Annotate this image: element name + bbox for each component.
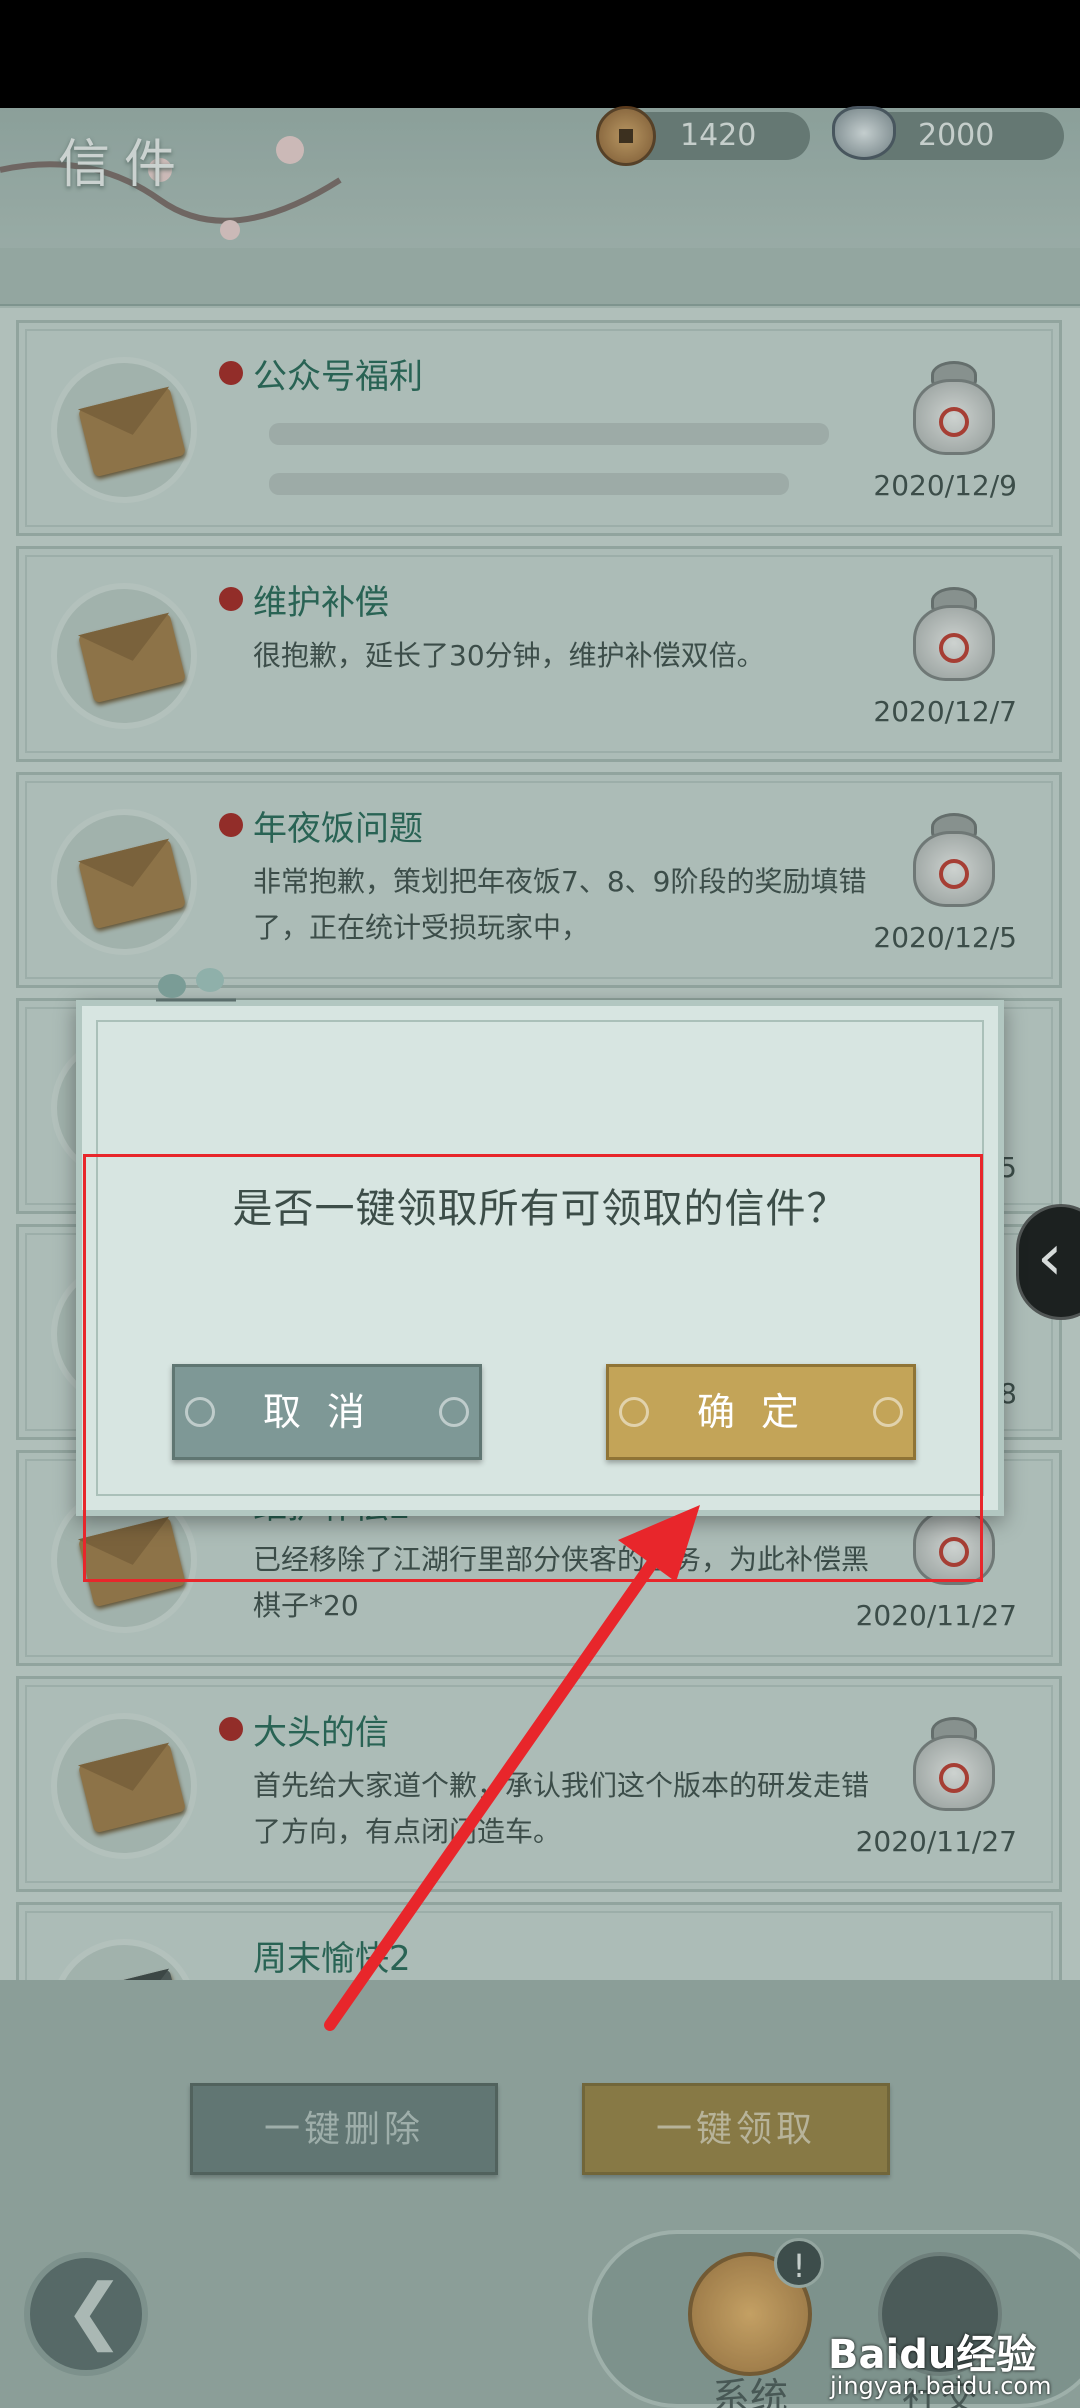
- status-bar: [0, 0, 1080, 108]
- birds-decoration-icon: [156, 968, 236, 1002]
- game-screen: 信件 1420 2000 公众号福利 2020/12/9 维护补偿 很抱歉，延长…: [0, 0, 1080, 2408]
- baidu-watermark-url: jingyan.baidu.com: [830, 2372, 1052, 2400]
- annotation-highlight-box: [83, 1154, 983, 1582]
